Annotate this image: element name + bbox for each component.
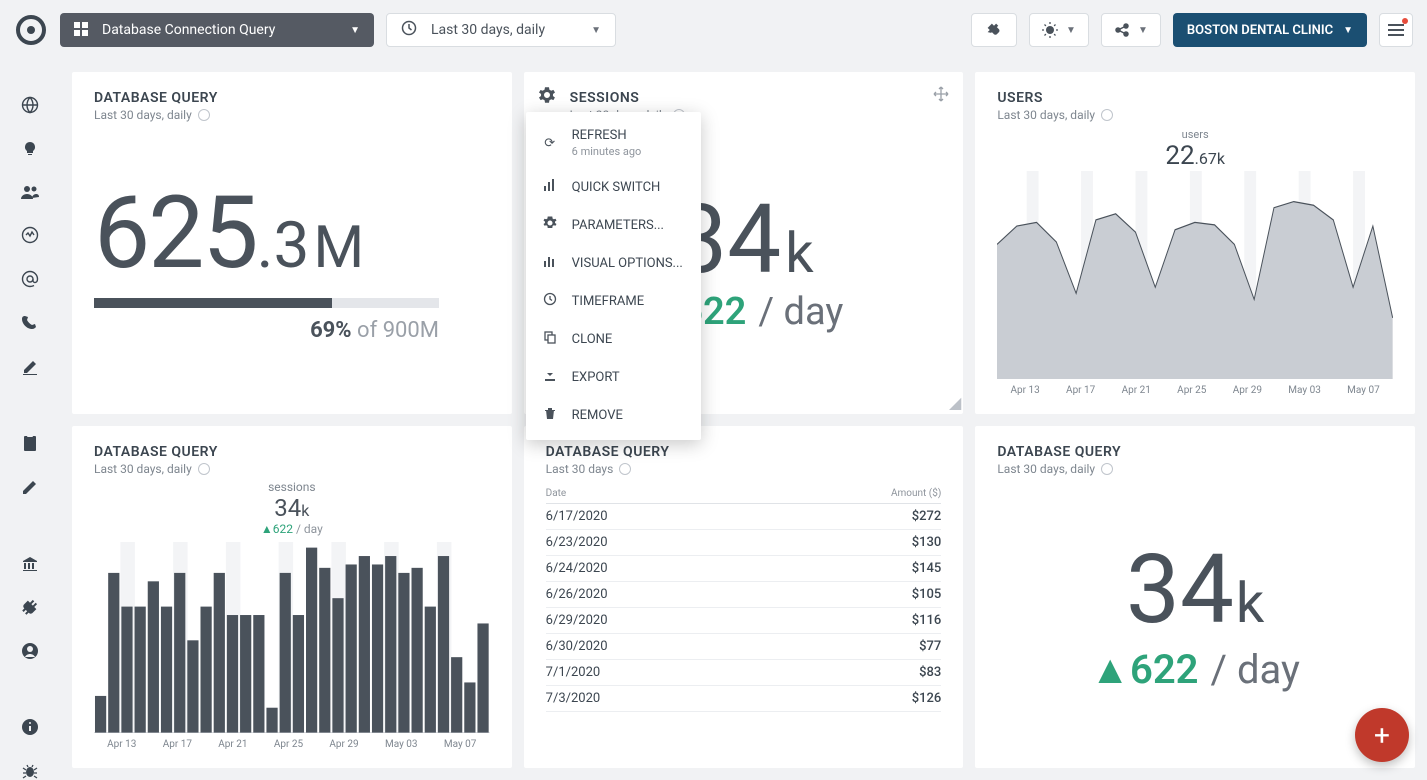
sidebar-edit[interactable] xyxy=(0,358,60,376)
card-sub: Last 30 days xyxy=(546,462,942,476)
sidebar-bank[interactable] xyxy=(0,554,60,572)
card-title: DATABASE QUERY xyxy=(94,90,490,106)
card-db-query-table: DATABASE QUERY Last 30 days DateAmount (… xyxy=(524,426,964,768)
gear-icon xyxy=(542,216,558,234)
menu-visual-options[interactable]: VISUAL OPTIONS... xyxy=(526,244,701,282)
chevron-down-icon: ▼ xyxy=(1066,25,1076,36)
timeframe-selector[interactable]: Last 30 days, daily ▼ xyxy=(386,13,616,47)
dashboard-selector[interactable]: Database Connection Query ▼ xyxy=(60,13,374,47)
card-users: USERS Last 30 days, daily users 22.67k A… xyxy=(975,72,1415,414)
card-title: USERS xyxy=(997,90,1393,106)
download-icon xyxy=(542,368,558,386)
x-axis: Apr 13Apr 17Apr 21Apr 25Apr 29May 03May … xyxy=(94,739,490,750)
gear-icon[interactable] xyxy=(538,86,556,108)
chevron-down-icon: ▼ xyxy=(350,25,360,36)
menu-refresh[interactable]: ⟳ REFRESH6 minutes ago xyxy=(526,118,701,168)
sidebar-at[interactable] xyxy=(0,270,60,288)
sidebar-activity[interactable] xyxy=(0,226,60,244)
metric-dec: .3 xyxy=(257,208,310,283)
table-body: 6/17/2020$2726/23/2020$1306/24/2020$1456… xyxy=(546,504,942,712)
chart-label: users xyxy=(997,128,1393,141)
x-axis: Apr 13Apr 17Apr 21Apr 25Apr 29May 03May … xyxy=(997,385,1393,396)
card-db-query-1: DATABASE QUERY Last 30 days, daily 625 .… xyxy=(72,72,512,414)
card-sessions: ◢ SESSIONS Last 30 days, daily 34k ▲622/… xyxy=(524,72,964,414)
chevron-down-icon: ▼ xyxy=(1343,25,1353,36)
card-sub: Last 30 days, daily xyxy=(997,108,1393,122)
menu-timeframe[interactable]: TIMEFRAME xyxy=(526,282,701,320)
info-icon xyxy=(619,463,631,475)
theme-button[interactable]: ▼ xyxy=(1029,13,1089,47)
sidebar-phone[interactable] xyxy=(0,314,60,332)
plus-icon: + xyxy=(1374,719,1390,752)
clock-icon xyxy=(401,20,417,40)
refresh-icon: ⟳ xyxy=(542,136,558,151)
card-title: SESSIONS xyxy=(570,90,942,106)
sidebar-info[interactable] xyxy=(0,718,60,736)
grid-icon xyxy=(74,21,88,40)
chevron-down-icon: ▼ xyxy=(1138,25,1148,36)
sidebar-globe[interactable] xyxy=(0,96,60,114)
table-row: 6/24/2020$145 xyxy=(546,556,942,582)
hamburger-menu[interactable] xyxy=(1379,13,1413,47)
table-row: 6/17/2020$272 xyxy=(546,504,942,530)
card-context-menu: ⟳ REFRESH6 minutes ago QUICK SWITCH PARA… xyxy=(526,112,701,440)
client-selector[interactable]: BOSTON DENTAL CLINIC ▼ xyxy=(1173,13,1367,47)
sidebar-plug[interactable] xyxy=(0,598,60,616)
dashboard-grid: DATABASE QUERY Last 30 days, daily 625 .… xyxy=(60,60,1427,780)
card-db-query-3: DATABASE QUERY Last 30 days, daily 34k ▲… xyxy=(975,426,1415,768)
sidebar-bug[interactable] xyxy=(0,762,60,780)
table-row: 6/29/2020$116 xyxy=(546,608,942,634)
client-name: BOSTON DENTAL CLINIC xyxy=(1187,23,1333,38)
table-row: 6/23/2020$130 xyxy=(546,530,942,556)
add-button[interactable]: + xyxy=(1355,708,1409,762)
info-icon xyxy=(198,463,210,475)
area-chart: Apr 13Apr 17Apr 21Apr 25Apr 29May 03May … xyxy=(997,171,1393,396)
menu-quick-switch[interactable]: QUICK SWITCH xyxy=(526,168,701,206)
card-db-query-2: DATABASE QUERY Last 30 days, daily sessi… xyxy=(72,426,512,768)
logo xyxy=(14,13,48,47)
sidebar-bulb[interactable] xyxy=(0,140,60,158)
sidebar-people[interactable] xyxy=(0,184,60,200)
chart-icon xyxy=(542,254,558,272)
card-title: DATABASE QUERY xyxy=(94,444,490,460)
card-title: DATABASE QUERY xyxy=(546,444,942,460)
menu-export[interactable]: EXPORT xyxy=(526,358,701,396)
plugin-button[interactable] xyxy=(971,13,1017,47)
clock-icon xyxy=(542,292,558,310)
chevron-down-icon: ▼ xyxy=(591,25,601,36)
notification-dot xyxy=(1402,18,1408,24)
table-row: 6/26/2020$105 xyxy=(546,582,942,608)
menu-parameters[interactable]: PARAMETERS... xyxy=(526,206,701,244)
card-sub: Last 30 days, daily xyxy=(94,108,490,122)
menu-remove[interactable]: REMOVE xyxy=(526,396,701,434)
progress-bar xyxy=(94,298,439,308)
sidebar xyxy=(0,60,60,780)
info-icon xyxy=(1101,463,1113,475)
trash-icon xyxy=(542,406,558,424)
copy-icon xyxy=(542,330,558,348)
resize-icon[interactable]: ◢ xyxy=(949,393,961,412)
metric-unit: M xyxy=(313,214,364,282)
move-icon[interactable] xyxy=(933,86,949,106)
share-button[interactable]: ▼ xyxy=(1101,13,1161,47)
chart-icon xyxy=(542,178,558,196)
info-icon xyxy=(1101,109,1113,121)
sidebar-account[interactable] xyxy=(0,642,60,660)
table-row: 6/30/2020$77 xyxy=(546,634,942,660)
info-icon xyxy=(198,109,210,121)
menu-clone[interactable]: CLONE xyxy=(526,320,701,358)
metric-int: 625 xyxy=(94,175,257,292)
table-row: 7/1/2020$83 xyxy=(546,660,942,686)
timeframe-label: Last 30 days, daily xyxy=(431,22,577,38)
sidebar-pencil[interactable] xyxy=(0,478,60,496)
card-sub: Last 30 days, daily xyxy=(94,462,490,476)
bar-chart xyxy=(94,542,490,733)
card-title: DATABASE QUERY xyxy=(997,444,1393,460)
dashboard-name: Database Connection Query xyxy=(102,22,350,38)
topbar: Database Connection Query ▼ Last 30 days… xyxy=(0,0,1427,60)
sidebar-clipboard[interactable] xyxy=(0,434,60,452)
table-row: 7/3/2020$126 xyxy=(546,686,942,712)
card-sub: Last 30 days, daily xyxy=(997,462,1393,476)
